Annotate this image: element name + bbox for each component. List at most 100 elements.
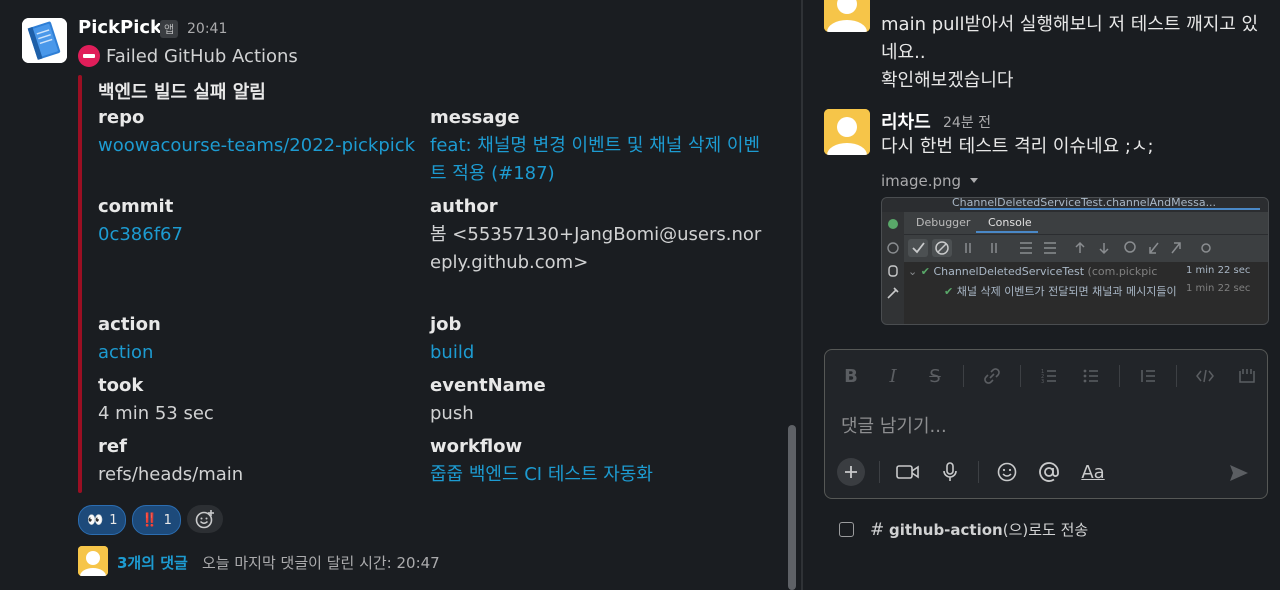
field-value-took: 4 min 53 sec <box>98 403 214 424</box>
send-icon <box>1230 465 1248 481</box>
format-toolbar: B I S 123 <box>837 364 1261 388</box>
attach-button[interactable] <box>837 458 865 486</box>
link-icon[interactable] <box>978 364 1006 388</box>
video-camera-icon <box>896 465 919 479</box>
message-time[interactable]: 20:41 <box>187 21 227 37</box>
code-block-icon[interactable] <box>1233 364 1261 388</box>
toolbar-separator <box>879 461 880 483</box>
message-pane: PickPick 앱 20:41 Failed GitHub Actions 백… <box>0 0 800 590</box>
also-send-suffix: (으)로도 전송 <box>1002 521 1089 539</box>
plus-icon <box>845 466 857 478</box>
sender-name[interactable]: PickPick <box>78 17 162 38</box>
bold-icon[interactable]: B <box>837 364 865 388</box>
image-file-name[interactable]: image.png <box>881 172 979 190</box>
video-clip-button[interactable] <box>894 458 922 486</box>
also-send-option[interactable]: # github-action(으)로도 전송 <box>839 519 1088 540</box>
field-value-ref: refs/heads/main <box>98 464 244 485</box>
ide-gutter <box>882 212 904 324</box>
bullet-list-icon[interactable] <box>1077 364 1105 388</box>
angle-brackets-icon <box>1196 369 1214 383</box>
thread-reply-count[interactable]: 3개의 댓글 <box>117 552 188 573</box>
blockquote-icon[interactable] <box>1134 364 1162 388</box>
image-file-label: image.png <box>881 172 962 190</box>
numbered-list-icon: 123 <box>1041 369 1056 385</box>
user-silhouette-icon <box>824 0 870 32</box>
send-button[interactable] <box>1225 460 1253 486</box>
field-label-action: action <box>98 314 161 335</box>
caret-down-icon <box>970 178 979 183</box>
microphone-icon <box>943 462 957 481</box>
mention-button[interactable] <box>1035 458 1063 486</box>
test-method-name: 채널 삭제 이벤트가 전달되면 채널과 메시지들이 <box>956 285 1177 298</box>
reply-line-2: 네요.. <box>881 42 926 63</box>
field-label-message: message <box>430 107 520 128</box>
field-value-eventname: push <box>430 403 474 424</box>
add-reaction-button[interactable] <box>186 505 223 533</box>
test-method-time: 1 min 22 sec <box>1186 283 1251 294</box>
reply-avatar[interactable] <box>824 109 870 155</box>
ide-toolbar <box>904 235 1268 261</box>
strikethrough-icon[interactable]: S <box>921 364 949 388</box>
field-label-repo: repo <box>98 107 145 128</box>
app-badge: 앱 <box>160 20 179 38</box>
toolbar-separator <box>978 461 979 483</box>
svg-text:3: 3 <box>1041 379 1044 385</box>
field-value-workflow[interactable]: 줍줍 백엔드 CI 테스트 자동화 <box>430 461 760 489</box>
code-icon[interactable] <box>1191 364 1219 388</box>
user-silhouette-icon <box>78 546 108 576</box>
notebook-icon <box>22 18 67 63</box>
toolbar-separator <box>1020 365 1021 387</box>
ordered-list-icon[interactable]: 123 <box>1035 364 1063 388</box>
thread-last-reply: 오늘 마지막 댓글이 달린 시간: 20:47 <box>202 554 440 572</box>
reply-line-3: 확인해보겠습니다 <box>881 70 1014 91</box>
field-value-job[interactable]: build <box>430 339 760 367</box>
test-row-class: ⌄ ✔ ChannelDeletedServiceTest (com.pickp… <box>908 265 1158 278</box>
field-value-commit[interactable]: 0c386f67 <box>98 221 428 249</box>
chain-link-icon <box>984 368 1000 384</box>
debug-tool-icons <box>887 219 899 299</box>
toolbar-separator <box>963 365 964 387</box>
field-label-workflow: workflow <box>430 436 523 457</box>
test-row-method: ✔ 채널 삭제 이벤트가 전달되면 채널과 메시지들이 <box>944 285 1177 298</box>
ide-tabbar: Debugger Console <box>904 212 1268 235</box>
smiley-icon <box>997 462 1017 482</box>
quote-bars-icon <box>1141 370 1155 382</box>
italic-icon[interactable]: I <box>879 364 907 388</box>
field-value-author: 봄 <55357130+JangBomi@users.noreply.githu… <box>430 224 762 273</box>
reply-avatar[interactable] <box>824 0 870 32</box>
thread-avatar[interactable] <box>78 546 108 576</box>
emoji-button[interactable] <box>993 458 1021 486</box>
scrollbar-thumb[interactable] <box>788 425 796 590</box>
also-send-checkbox[interactable] <box>839 522 854 537</box>
composer-actions: Aa <box>837 458 1109 486</box>
reaction-eyes[interactable]: 👀 1 <box>78 505 127 535</box>
no-entry-icon <box>78 45 100 67</box>
thread-panel: main pull받아서 실행해보니 저 테스트 깨지고 있 네요.. 확인해보… <box>803 0 1280 590</box>
field-value-repo[interactable]: woowacourse-teams/2022-pickpick <box>98 132 428 160</box>
field-label-eventname: eventName <box>430 375 546 396</box>
reply-text: 다시 한번 테스트 격리 이슈네요 ;ㅅ; <box>881 136 1154 157</box>
reply-author[interactable]: 리차드 <box>881 108 931 134</box>
app-avatar[interactable] <box>22 18 67 63</box>
reaction-double-exclamation[interactable]: ‼️ 1 <box>132 505 181 535</box>
field-value-action[interactable]: action <box>98 339 428 367</box>
formatting-toggle[interactable]: Aa <box>1077 458 1109 486</box>
ide-toolbar-icons <box>908 239 1211 257</box>
ide-topbar: ChannelDeletedServiceTest.channelAndMess… <box>882 198 1268 212</box>
attached-image[interactable]: ChannelDeletedServiceTest.channelAndMess… <box>881 197 1269 325</box>
reply-time[interactable]: 24분 전 <box>943 112 991 132</box>
ide-test-tree: ⌄ ✔ ChannelDeletedServiceTest (com.pickp… <box>904 262 1268 324</box>
eyes-icon: 👀 <box>87 512 104 528</box>
hash-icon: # <box>870 520 885 540</box>
ide-tab-console: Console <box>988 216 1032 229</box>
reply-input[interactable]: 댓글 남기기... <box>841 412 947 438</box>
field-value-message[interactable]: feat: 채널명 변경 이벤트 및 채널 삭제 이벤트 적용 (#187) <box>430 132 760 188</box>
status-line: Failed GitHub Actions <box>78 45 298 67</box>
reaction-count: 1 <box>163 512 172 528</box>
test-class-name: ChannelDeletedServiceTest <box>933 265 1085 278</box>
field-label-job: job <box>430 314 462 335</box>
user-silhouette-icon <box>824 109 870 155</box>
audio-clip-button[interactable] <box>936 458 964 486</box>
channel-name: github-action <box>889 521 1003 539</box>
also-send-label: # github-action(으)로도 전송 <box>870 519 1088 540</box>
